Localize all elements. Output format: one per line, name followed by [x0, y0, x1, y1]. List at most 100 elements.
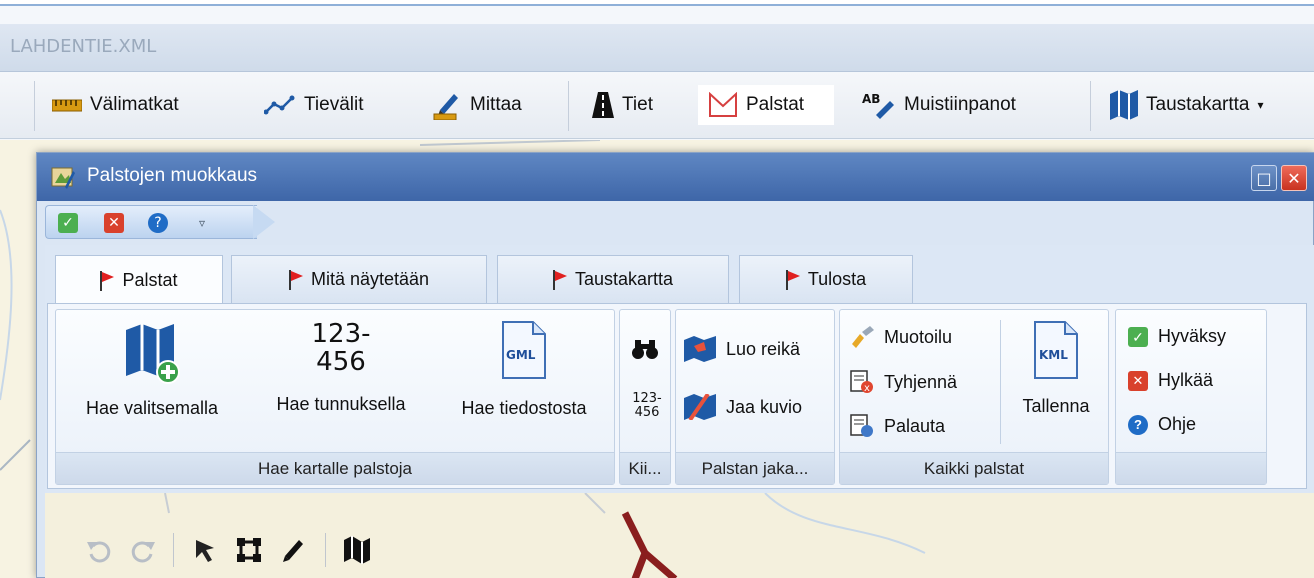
- code-icon-line-1: 123-: [311, 319, 371, 349]
- close-button[interactable]: ✕: [1281, 165, 1307, 191]
- gml-file-icon-text: GML: [506, 348, 536, 362]
- tab-tulosta[interactable]: Tulosta: [739, 255, 913, 303]
- muotoilu-label: Muotoilu: [884, 326, 953, 347]
- clear-list-icon: x: [850, 370, 873, 394]
- redo-button[interactable]: [123, 525, 163, 575]
- toolbar-palstat-button[interactable]: Palstat: [698, 85, 834, 125]
- maximize-icon: □: [1256, 169, 1272, 188]
- close-icon: ✕: [1287, 169, 1301, 188]
- app-title-bar: LAHDENTIE.XML: [0, 24, 1314, 72]
- map-split-icon: [684, 394, 716, 420]
- road-icon: [592, 92, 614, 118]
- screen: LAHDENTIE.XML Välimatkat Tievälit Mittaa…: [0, 0, 1314, 578]
- toolbar-tiet-button[interactable]: Tiet: [592, 85, 653, 125]
- group-palstan-jako: Luo reikä Jaa kuvio Palstan jaka...: [675, 309, 835, 485]
- check-icon: ✓: [1128, 326, 1148, 347]
- undo-button[interactable]: [79, 525, 119, 575]
- parcel-icon: [709, 92, 737, 117]
- code-icon: 123- 456: [311, 320, 370, 376]
- group-hae-kartalle-label: Hae kartalle palstoja: [56, 452, 614, 484]
- qat-help-button[interactable]: ?: [148, 213, 168, 233]
- select-tool-button[interactable]: [185, 525, 225, 575]
- ohje-label: Ohje: [1158, 414, 1197, 434]
- toolbar-tievalit-label: Tievälit: [304, 94, 364, 115]
- binoculars-button[interactable]: [632, 338, 660, 366]
- map-tool-button[interactable]: [337, 525, 377, 575]
- code-search-button[interactable]: 123- 456: [630, 392, 664, 420]
- vertex-edit-icon: [237, 538, 261, 562]
- group-palstan-jako-label: Palstan jaka...: [676, 452, 834, 484]
- hylkaa-button[interactable]: ✕ Hylkää: [1128, 370, 1213, 391]
- tab-taustakartta-label: Taustakartta: [574, 269, 674, 289]
- tyhjenna-label: Tyhjennä: [884, 371, 958, 392]
- toolbar-mittaa-label: Mittaa: [470, 94, 522, 115]
- toolbar-taustakartta-button[interactable]: Taustakartta ▾: [1110, 85, 1264, 125]
- toolbar-palstat-label: Palstat: [746, 94, 805, 115]
- group-actions: ✓ Hyväksy ✕ Hylkää ? Ohje: [1115, 309, 1267, 485]
- ruler-icon: [52, 99, 82, 112]
- tab-tulosta-label: Tulosta: [807, 269, 867, 289]
- tab-mita-naytetaan-label: Mitä näytetään: [310, 269, 430, 289]
- hae-tunnuksella-button[interactable]: 123- 456 Hae tunnuksella: [252, 320, 430, 415]
- binoculars-icon: [632, 340, 658, 359]
- flag-icon: [100, 270, 115, 291]
- palauta-button[interactable]: Palauta: [850, 414, 945, 438]
- toolbar-separator: [34, 81, 35, 131]
- code-small-line-2: 456: [634, 405, 660, 420]
- qat-accept-button[interactable]: ✓: [58, 213, 78, 233]
- toolbar-tievalit-button[interactable]: Tievälit: [264, 85, 363, 125]
- muotoilu-button[interactable]: Muotoilu: [850, 326, 952, 348]
- kml-file-icon-text: KML: [1039, 348, 1068, 362]
- draw-tool-button[interactable]: [273, 525, 313, 575]
- hylkaa-label: Hylkää: [1158, 370, 1214, 390]
- dialog-title-bar[interactable]: Palstojen muokkaus □ ✕: [37, 153, 1314, 201]
- group-kii-label: Kii...: [620, 452, 670, 484]
- toolbar-muistiinpanot-button[interactable]: AB Muistiinpanot: [862, 85, 1016, 125]
- tab-palstat-label: Palstat: [122, 270, 178, 290]
- brush-icon: [852, 326, 874, 348]
- help-icon: ?: [154, 215, 162, 231]
- quick-access-toolbar-tail: [253, 205, 275, 239]
- group-divider: [1000, 320, 1001, 444]
- redo-icon: [131, 541, 155, 563]
- tool-separator: [173, 533, 174, 567]
- toolbar-valimatkat-label: Välimatkat: [90, 94, 179, 115]
- code-icon-line-2: 456: [316, 347, 366, 377]
- chevron-down-icon: ▿: [198, 216, 206, 230]
- tool-separator: [325, 533, 326, 567]
- group-kaikki-palstat-label: Kaikki palstat: [840, 452, 1108, 484]
- tab-mita-naytetaan[interactable]: Mitä näytetään: [231, 255, 487, 303]
- tyhjenna-button[interactable]: x Tyhjennä: [850, 370, 957, 394]
- ohje-button[interactable]: ? Ohje: [1128, 414, 1196, 435]
- luo-reika-button[interactable]: Luo reikä: [684, 336, 800, 362]
- tab-taustakartta[interactable]: Taustakartta: [497, 255, 729, 303]
- group-hae-kartalle: Hae valitsemalla 123- 456 Hae tunnuksell…: [55, 309, 615, 485]
- map-icon: [1110, 90, 1138, 120]
- tallenna-button[interactable]: KML Tallenna: [1008, 320, 1104, 417]
- tallenna-label: Tallenna: [1022, 396, 1090, 416]
- toolbar-valimatkat-button[interactable]: Välimatkat: [52, 85, 179, 125]
- main-toolbar: Välimatkat Tievälit Mittaa Tiet Palstat …: [0, 73, 1314, 139]
- qat-reject-button[interactable]: ✕: [104, 213, 124, 233]
- edit-toolbar: [79, 525, 519, 575]
- toolbar-separator: [568, 81, 569, 131]
- jaa-kuvio-button[interactable]: Jaa kuvio: [684, 394, 802, 420]
- hae-tiedostosta-label: Hae tiedostosta: [461, 398, 587, 418]
- quick-access-toolbar: ✓ ✕ ? ▿: [45, 205, 257, 239]
- hyvaksy-button[interactable]: ✓ Hyväksy: [1128, 326, 1226, 347]
- toolbar-mittaa-button[interactable]: Mittaa: [432, 85, 522, 125]
- hae-valitsemalla-button[interactable]: Hae valitsemalla: [62, 320, 242, 419]
- maximize-button[interactable]: □: [1251, 165, 1277, 191]
- hae-valitsemalla-label: Hae valitsemalla: [85, 398, 219, 418]
- tab-palstat[interactable]: Palstat: [55, 255, 223, 305]
- group-kii: 123- 456 Kii...: [619, 309, 671, 485]
- hae-tiedostosta-button[interactable]: GML Hae tiedostosta: [436, 320, 612, 419]
- dialog-title: Palstojen muokkaus: [87, 165, 258, 186]
- chevron-down-icon: ▾: [1257, 98, 1264, 112]
- qat-customize-button[interactable]: ▿: [192, 213, 212, 233]
- app-title: LAHDENTIE.XML: [10, 36, 157, 57]
- edit-vertices-button[interactable]: [229, 525, 269, 575]
- code-small-line-1: 123-: [632, 391, 662, 406]
- palstojen-muokkaus-dialog: Palstojen muokkaus □ ✕ ✓ ✕ ? ▿ Palstat M…: [36, 152, 1314, 578]
- measure-pen-icon: [433, 94, 458, 120]
